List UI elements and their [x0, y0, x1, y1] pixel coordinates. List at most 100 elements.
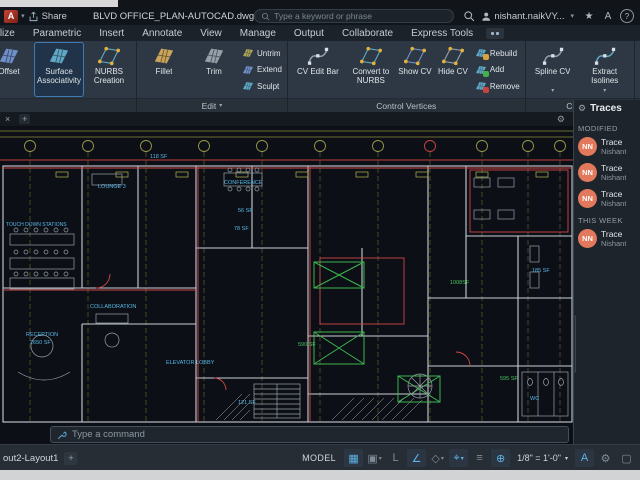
object-snap-icon-caret: ▾	[461, 455, 464, 462]
drawing-text-label: CONFERENCE	[224, 180, 263, 186]
share-button[interactable]: Share	[28, 11, 67, 22]
panel-label-control-vertices[interactable]: Control Vertices	[288, 98, 525, 112]
trace-item[interactable]: NNTraceNishant	[578, 189, 636, 208]
ribbon-tab-visualize[interactable]: Visualize	[0, 26, 24, 41]
layout-tab[interactable]: out2-Layout1	[0, 453, 64, 464]
trace-item[interactable]: NNTraceNishant	[578, 229, 636, 248]
drawing-text-label: 56 SF	[238, 208, 253, 214]
untrim-button[interactable]: Untrim	[242, 46, 282, 60]
trace-item[interactable]: NNTraceNishant	[578, 137, 636, 156]
ribbon-tab-parametric[interactable]: Parametric	[24, 26, 90, 41]
ribbon: Offset Surface Associativity NURBS Creat…	[0, 41, 640, 112]
ribbon-tab-insert[interactable]: Insert	[90, 26, 133, 41]
fillet-button[interactable]: Fillet	[140, 43, 188, 96]
offset-icon	[0, 45, 20, 67]
traces-section-label: MODIFIED	[578, 124, 636, 133]
drawing-text-label: ELEVATOR LOBBY	[166, 360, 215, 366]
ribbon-tab-strip: VisualizeParametricInsertAnnotateViewMan…	[0, 26, 482, 41]
surface-associativity-toggle[interactable]: Surface Associativity	[35, 43, 83, 96]
drawing-text-label: 118 SF	[150, 154, 168, 160]
snap-mode-icon[interactable]: ▣▾	[365, 449, 384, 467]
share-icon	[28, 11, 39, 22]
autocad-logo-icon[interactable]: A	[4, 10, 18, 23]
trace-item[interactable]: NNTraceNishant	[578, 163, 636, 182]
isometric-drafting-icon-caret: ▾	[441, 455, 444, 462]
ribbon-panel-create: Offset Surface Associativity NURBS Creat…	[0, 41, 137, 112]
isometric-drafting-icon[interactable]: ◇▾	[428, 449, 447, 467]
polar-tracking-icon[interactable]: ∠	[407, 449, 426, 467]
trim-button[interactable]: Trim	[190, 43, 238, 96]
spline-cv-icon	[542, 45, 564, 67]
share-label: Share	[42, 11, 67, 22]
autodesk-assistant-icon[interactable]: A	[601, 10, 615, 23]
ribbon-tab-manage[interactable]: Manage	[231, 26, 285, 41]
drawing-text-label: LOUNGE 3	[98, 184, 126, 190]
model-space-button[interactable]: MODEL	[295, 453, 343, 463]
traces-palette-tab[interactable]: TRACES	[573, 315, 576, 372]
annotation-scale-label: 1/8" = 1'-0"	[517, 453, 561, 463]
sculpt-button[interactable]: Sculpt	[242, 79, 282, 93]
search-magnifier-icon	[463, 10, 475, 22]
window-chrome-top	[0, 0, 640, 7]
new-layout-button[interactable]: +	[64, 452, 77, 465]
drawing-text-label: 1008SF	[450, 280, 470, 286]
file-tab-close-icon[interactable]: ×	[5, 114, 10, 124]
grid-display-icon[interactable]: ▦	[344, 449, 363, 467]
nurbs-creation-toggle[interactable]: NURBS Creation	[85, 43, 133, 96]
trace-avatar: NN	[578, 189, 597, 208]
file-tabs-menu-icon[interactable]: ⚙	[557, 114, 565, 125]
ribbon-panel-control-vertices: CV Edit Bar Convert to NURBS Show CV Hid…	[288, 41, 526, 112]
rewards-icon[interactable]: ★	[582, 10, 596, 23]
command-line[interactable]: Type a command	[50, 426, 569, 443]
search-box[interactable]: Type a keyword or phrase	[254, 9, 454, 23]
ribbon-tab-collaborate[interactable]: Collaborate	[333, 26, 402, 41]
extend-button[interactable]: Extend	[242, 63, 282, 77]
traces-settings-icon[interactable]: ⚙	[578, 103, 586, 114]
extract-isolines-button[interactable]: Extract Isolines ▾	[579, 43, 631, 96]
spline-cv-button[interactable]: Spline CV ▾	[529, 43, 577, 96]
clean-screen-icon[interactable]: ▢	[617, 449, 636, 467]
drawing-text-label: 185 SF	[532, 268, 550, 274]
rebuild-button[interactable]: Rebuild	[475, 46, 520, 60]
workspace-switching-icon[interactable]: ⚙	[596, 449, 615, 467]
app-menu-caret-icon[interactable]: ▾	[21, 12, 25, 20]
help-icon[interactable]: ?	[620, 9, 634, 23]
add-icon	[475, 64, 487, 76]
cv-edit-bar-button[interactable]: CV Edit Bar	[291, 43, 345, 96]
add-button[interactable]: Add	[475, 63, 520, 77]
ortho-mode-icon[interactable]: L	[386, 449, 405, 467]
ribbon-tab-annotate[interactable]: Annotate	[133, 26, 191, 41]
selection-cycling-icon[interactable]: ⊕	[491, 449, 510, 467]
new-drawing-tab-button[interactable]: +	[19, 114, 30, 124]
ribbon-tab-output[interactable]: Output	[285, 26, 333, 41]
remove-button[interactable]: Remove	[475, 79, 520, 93]
trace-subtitle: Nishant	[601, 173, 626, 182]
search-button[interactable]	[462, 10, 476, 23]
spline-cv-caret-icon: ▾	[551, 88, 554, 94]
title-bar-actions: nishant.naikVY... ▾ ★ A ?	[462, 9, 636, 23]
drawing-area[interactable]: 118 SFLOUNGE 3CONFERENCE56 SF78 SFTOUCH …	[0, 126, 640, 444]
offset-button[interactable]: Offset	[0, 43, 33, 96]
floor-plan-svg[interactable]: 118 SFLOUNGE 3CONFERENCE56 SF78 SFTOUCH …	[0, 126, 575, 444]
object-snap-icon[interactable]: ⌖▾	[449, 449, 468, 467]
show-cv-button[interactable]: Show CV	[397, 43, 433, 96]
user-menu[interactable]: nishant.naikVY... ▾	[481, 11, 577, 22]
drawing-text-label: 590 SF	[298, 342, 316, 348]
annotation-visibility-icon[interactable]: A	[575, 449, 594, 467]
panel-label-edit[interactable]: Edit ▾	[137, 98, 287, 112]
panel-label-create	[0, 98, 136, 112]
customize-wrench-icon	[57, 430, 67, 440]
lineweight-icon[interactable]: ≡	[470, 449, 489, 467]
extend-icon	[242, 64, 254, 76]
trace-subtitle: Nishant	[601, 199, 626, 208]
search-placeholder: Type a keyword or phrase	[274, 11, 372, 21]
ribbon-tab-express-tools[interactable]: Express Tools	[402, 26, 482, 41]
ribbon-overflow-icon[interactable]	[486, 28, 504, 39]
convert-to-nurbs-button[interactable]: Convert to NURBS	[347, 43, 395, 96]
annotation-scale-button[interactable]: 1/8" = 1'-0" ▾	[511, 453, 574, 463]
trace-subtitle: Nishant	[601, 147, 626, 156]
document-title: BLVD OFFICE_PLAN-AUTOCAD.dwg	[93, 11, 254, 22]
ribbon-tab-view[interactable]: View	[191, 26, 231, 41]
username-label: nishant.naikVY...	[494, 11, 564, 22]
hide-cv-button[interactable]: Hide CV	[435, 43, 471, 96]
